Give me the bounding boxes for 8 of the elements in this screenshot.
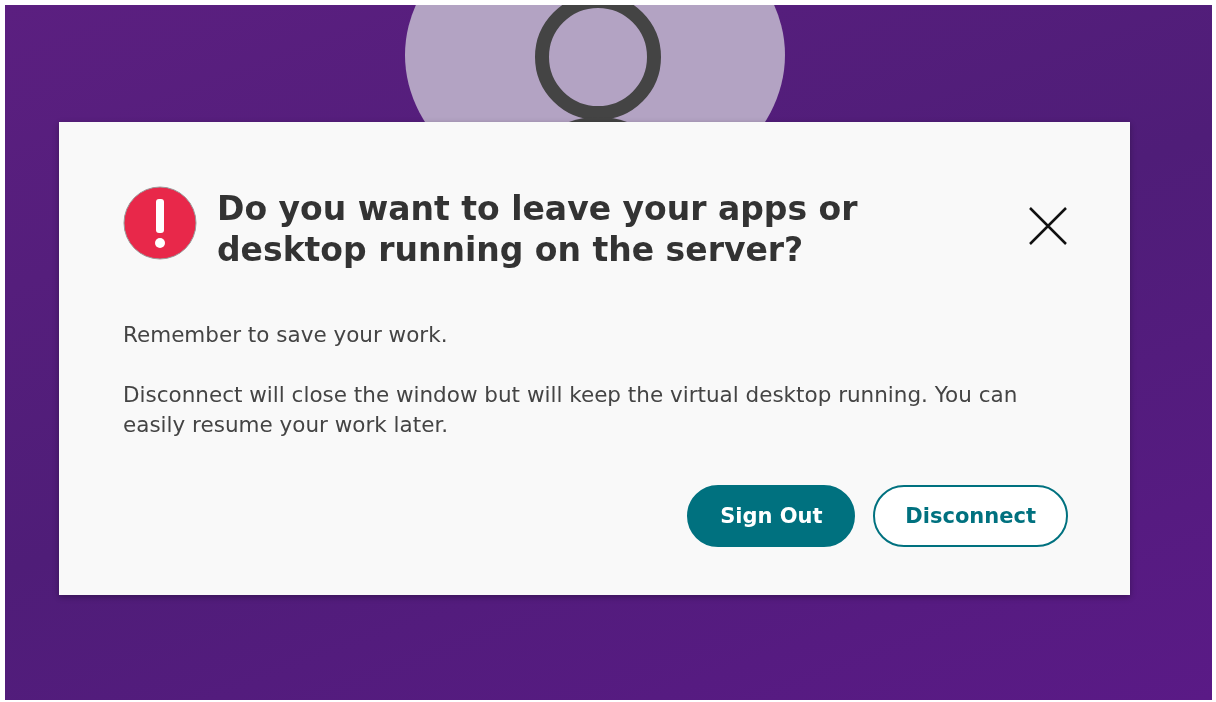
message-text: Remember to save your work. — [123, 321, 449, 349]
dialog-title: Do you want to leave your apps or desktop running on the server? — [217, 188, 859, 270]
message-text: Disconnect will close the window but will keep the virtual desktop running. You can easily resume your work later. — [123, 381, 1019, 439]
alert-icon — [123, 186, 197, 260]
disconnect-button[interactable]: Disconnect — [873, 485, 1068, 547]
close-icon — [1028, 206, 1068, 246]
sign-out-button[interactable]: Sign Out — [687, 485, 856, 547]
close-button[interactable] — [1028, 206, 1068, 246]
